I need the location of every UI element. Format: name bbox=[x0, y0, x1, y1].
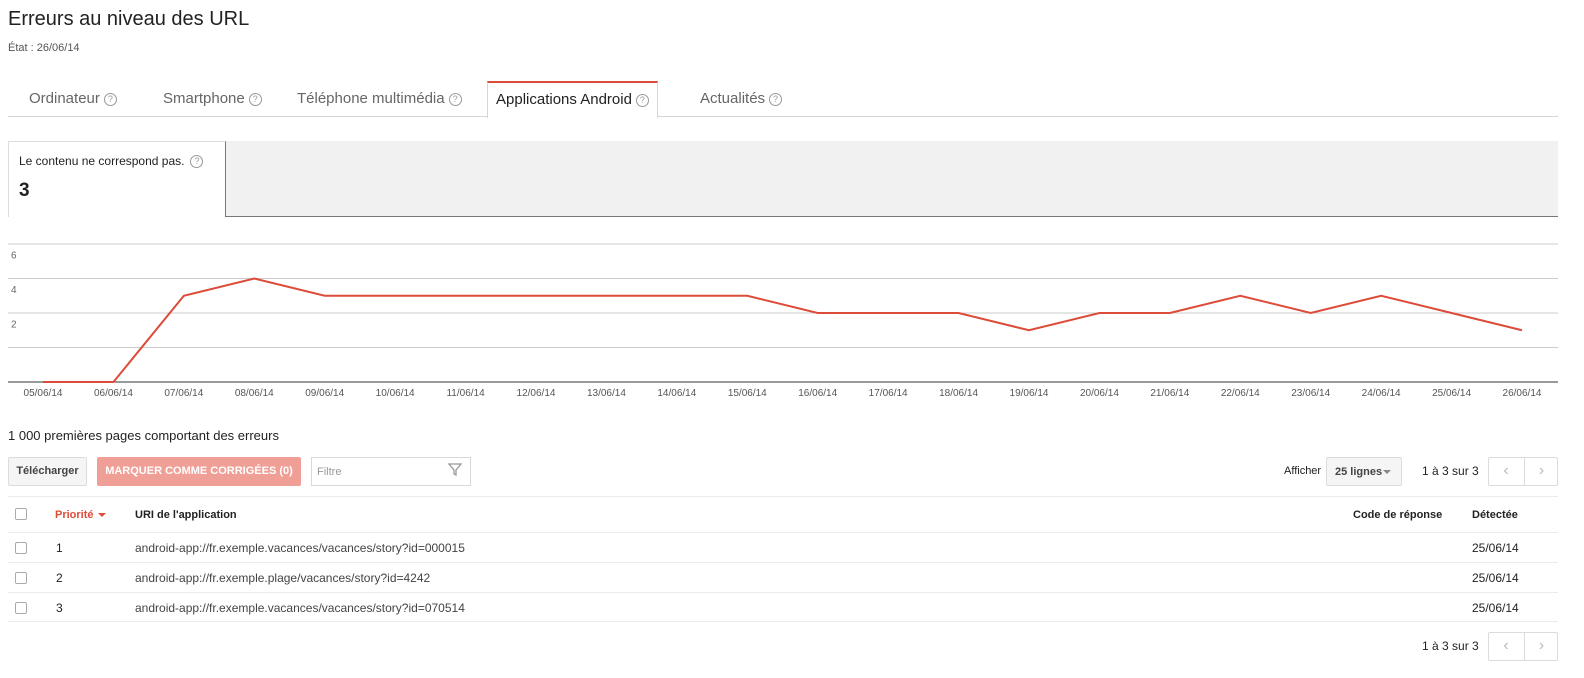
x-tick-label: 21/06/14 bbox=[1150, 388, 1189, 399]
pagination-controls-bottom: ‹ › bbox=[1488, 632, 1558, 661]
x-tick-label: 17/06/14 bbox=[869, 388, 908, 399]
column-response-code[interactable]: Code de réponse bbox=[1353, 497, 1442, 533]
x-tick-label: 09/06/14 bbox=[305, 388, 344, 399]
row-detected: 25/06/14 bbox=[1472, 541, 1519, 555]
row-detected: 25/06/14 bbox=[1472, 571, 1519, 585]
help-icon[interactable]: ? bbox=[635, 93, 649, 107]
caret-down-icon bbox=[1383, 470, 1391, 474]
status-date: État : 26/06/14 bbox=[8, 42, 80, 54]
x-tick-label: 10/06/14 bbox=[376, 388, 415, 399]
page-title: Erreurs au niveau des URL bbox=[8, 8, 250, 30]
row-priority: 2 bbox=[56, 571, 63, 585]
rows-select-value: 25 lignes bbox=[1335, 466, 1383, 478]
y-tick-label: 4 bbox=[11, 285, 17, 296]
x-tick-label: 06/06/14 bbox=[94, 388, 133, 399]
table-row[interactable]: 2 android-app://fr.exemple.plage/vacance… bbox=[8, 562, 1558, 592]
card-label: Le contenu ne correspond pas. bbox=[19, 154, 185, 168]
select-all-checkbox[interactable] bbox=[15, 508, 27, 520]
row-detected: 25/06/14 bbox=[1472, 601, 1519, 615]
rows-per-page-select[interactable]: 25 lignes bbox=[1326, 457, 1402, 486]
tab-ordinateur[interactable]: Ordinateur? bbox=[29, 81, 117, 117]
y-tick-label: 6 bbox=[11, 251, 17, 262]
pagination-text: 1 à 3 sur 3 bbox=[1422, 464, 1479, 478]
help-icon[interactable]: ? bbox=[769, 92, 783, 106]
list-heading: 1 000 premières pages comportant des err… bbox=[8, 428, 279, 443]
show-label: Afficher bbox=[1284, 465, 1322, 477]
x-tick-label: 05/06/14 bbox=[24, 388, 63, 399]
table-row[interactable]: 1 android-app://fr.exemple.vacances/vaca… bbox=[8, 532, 1558, 562]
x-tick-label: 16/06/14 bbox=[798, 388, 837, 399]
chevron-right-icon[interactable]: › bbox=[1524, 458, 1558, 485]
tab-actualites[interactable]: Actualités? bbox=[700, 81, 783, 117]
x-tick-label: 22/06/14 bbox=[1221, 388, 1260, 399]
tab-applications-android[interactable]: Applications Android? bbox=[487, 81, 658, 118]
help-icon[interactable]: ? bbox=[448, 92, 462, 106]
summary-card-bar bbox=[8, 141, 1558, 217]
chevron-right-icon[interactable]: › bbox=[1524, 633, 1558, 660]
x-tick-label: 18/06/14 bbox=[939, 388, 978, 399]
x-tick-label: 23/06/14 bbox=[1291, 388, 1330, 399]
row-uri[interactable]: android-app://fr.exemple.plage/vacances/… bbox=[135, 563, 430, 593]
y-tick-label: 2 bbox=[11, 320, 17, 331]
x-tick-label: 20/06/14 bbox=[1080, 388, 1119, 399]
x-tick-label: 15/06/14 bbox=[728, 388, 767, 399]
filter-input[interactable]: Filtre bbox=[311, 457, 471, 486]
series-line bbox=[43, 277, 1523, 383]
pagination-controls: ‹ › bbox=[1488, 457, 1558, 486]
row-checkbox[interactable] bbox=[15, 572, 27, 584]
row-uri[interactable]: android-app://fr.exemple.vacances/vacanc… bbox=[135, 533, 465, 563]
help-icon[interactable]: ? bbox=[190, 155, 204, 169]
row-priority: 1 bbox=[56, 541, 63, 555]
device-tabs: Ordinateur? Smartphone? Téléphone multim… bbox=[8, 81, 1558, 118]
x-tick-label: 12/06/14 bbox=[517, 388, 556, 399]
errors-table: Priorité URI de l'application Code de ré… bbox=[8, 496, 1558, 622]
pagination-text-bottom: 1 à 3 sur 3 bbox=[1422, 639, 1479, 653]
help-icon[interactable]: ? bbox=[103, 92, 117, 106]
x-tick-label: 11/06/14 bbox=[446, 388, 485, 399]
x-tick-label: 14/06/14 bbox=[657, 388, 696, 399]
row-priority: 3 bbox=[56, 601, 63, 615]
x-tick-label: 24/06/14 bbox=[1362, 388, 1401, 399]
x-tick-label: 13/06/14 bbox=[587, 388, 626, 399]
x-tick-label: 26/06/14 bbox=[1503, 388, 1542, 399]
chevron-left-icon[interactable]: ‹ bbox=[1489, 633, 1523, 660]
column-uri[interactable]: URI de l'application bbox=[135, 497, 237, 533]
download-button[interactable]: Télécharger bbox=[8, 457, 87, 486]
row-checkbox[interactable] bbox=[15, 542, 27, 554]
chevron-left-icon[interactable]: ‹ bbox=[1489, 458, 1523, 485]
column-priority[interactable]: Priorité bbox=[55, 497, 106, 533]
card-value: 3 bbox=[19, 180, 30, 201]
tab-smartphone[interactable]: Smartphone? bbox=[163, 81, 262, 117]
filter-placeholder: Filtre bbox=[317, 466, 342, 478]
funnel-icon[interactable] bbox=[448, 463, 462, 477]
table-row[interactable]: 3 android-app://fr.exemple.vacances/vaca… bbox=[8, 592, 1558, 622]
x-tick-label: 08/06/14 bbox=[235, 388, 274, 399]
error-trend-chart: 2468 05/06/1406/06/1407/06/1408/06/1409/… bbox=[8, 243, 1558, 399]
table-header: Priorité URI de l'application Code de ré… bbox=[8, 496, 1558, 532]
help-icon[interactable]: ? bbox=[248, 92, 262, 106]
column-detected[interactable]: Détectée bbox=[1472, 497, 1518, 533]
row-checkbox[interactable] bbox=[15, 602, 27, 614]
x-tick-label: 19/06/14 bbox=[1010, 388, 1049, 399]
tab-telephone-multimedia[interactable]: Téléphone multimédia? bbox=[297, 81, 462, 117]
row-uri[interactable]: android-app://fr.exemple.vacances/vacanc… bbox=[135, 593, 465, 623]
x-tick-label: 07/06/14 bbox=[164, 388, 203, 399]
x-tick-label: 25/06/14 bbox=[1432, 388, 1471, 399]
mark-fixed-button[interactable]: MARQUER COMME CORRIGÉES (0) bbox=[97, 457, 301, 486]
summary-card[interactable]: Le contenu ne correspond pas.? 3 bbox=[8, 141, 226, 217]
sort-down-icon bbox=[97, 513, 106, 518]
